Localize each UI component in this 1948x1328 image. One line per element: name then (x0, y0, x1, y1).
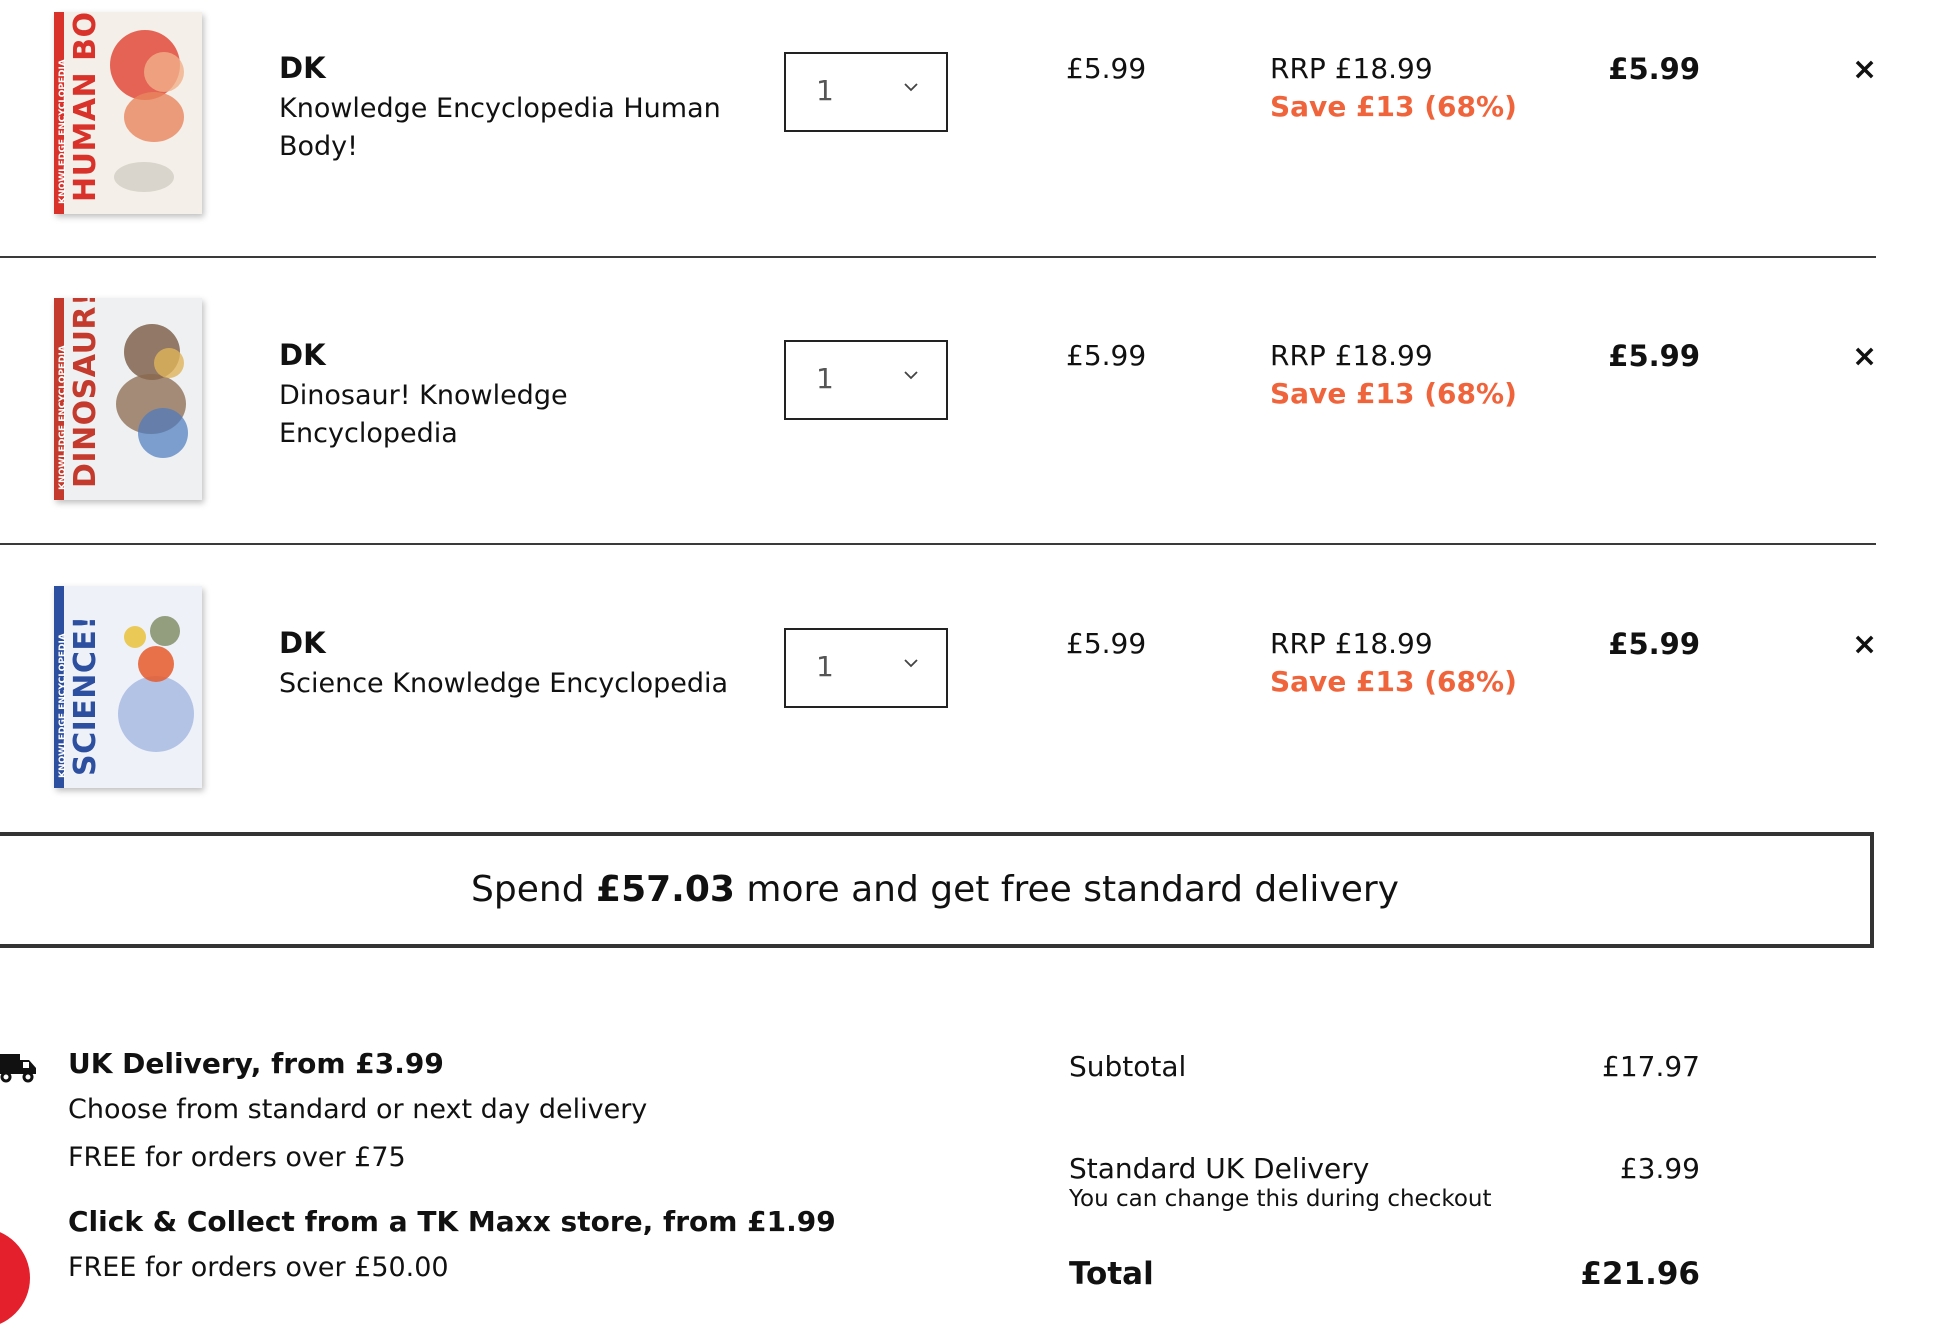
chevron-down-icon (904, 83, 918, 92)
total-value: £21.96 (1580, 1256, 1700, 1292)
chevron-down-icon (904, 371, 918, 380)
delivery-value: £3.99 (1619, 1152, 1700, 1185)
click-collect-title: Click & Collect from a TK Maxx store, fr… (68, 1205, 836, 1238)
product-image[interactable]: DINOSAUR! KNOWLEDGE ENCYCLOPEDIA (54, 298, 202, 500)
uk-delivery-free-line: FREE for orders over £75 (68, 1142, 406, 1173)
product-brand: DK (279, 51, 326, 85)
chevron-down-icon (904, 659, 918, 668)
delivery-note: You can change this during checkout (1069, 1186, 1492, 1212)
cover-title: SCIENCE! (68, 615, 103, 776)
product-brand: DK (279, 338, 326, 372)
banner-amount: £57.03 (596, 869, 735, 910)
remove-item-button[interactable]: × (1852, 55, 1877, 85)
chat-badge[interactable] (0, 1228, 30, 1328)
product-image[interactable]: SCIENCE! KNOWLEDGE ENCYCLOPEDIA (54, 586, 202, 788)
line-total: £5.99 (1608, 627, 1700, 661)
total-label: Total (1069, 1256, 1154, 1292)
banner-suffix: more and get free standard delivery (746, 869, 1399, 910)
uk-delivery-line: Choose from standard or next day deliver… (68, 1094, 648, 1125)
cover-subtitle: KNOWLEDGE ENCYCLOPEDIA (58, 59, 68, 204)
line-total: £5.99 (1608, 52, 1700, 86)
save-label: Save £13 (68%) (1270, 665, 1517, 698)
uk-delivery-title: UK Delivery, from £3.99 (68, 1047, 444, 1080)
cover-title: DINOSAUR! (68, 298, 103, 488)
unit-price: £5.99 (1066, 339, 1147, 372)
product-image[interactable]: HUMAN BODY! KNOWLEDGE ENCYCLOPEDIA (54, 12, 202, 214)
unit-price: £5.99 (1066, 52, 1147, 85)
banner-prefix: Spend (471, 869, 585, 910)
save-label: Save £13 (68%) (1270, 90, 1517, 123)
product-name[interactable]: Dinosaur! Knowledge Encyclopedia (279, 377, 739, 453)
delivery-label: Standard UK Delivery (1069, 1152, 1370, 1185)
row-divider (0, 256, 1876, 258)
product-name[interactable]: Knowledge Encyclopedia Human Body! (279, 90, 739, 166)
delivery-truck-icon (0, 1054, 36, 1083)
free-delivery-banner: Spend £57.03 more and get free standard … (0, 832, 1874, 948)
cover-subtitle: KNOWLEDGE ENCYCLOPEDIA (58, 633, 68, 778)
subtotal-value: £17.97 (1602, 1050, 1700, 1083)
quantity-select[interactable]: 1 (784, 628, 948, 708)
rrp-price: RRP £18.99 (1270, 52, 1433, 85)
quantity-value: 1 (816, 74, 834, 107)
cover-subtitle: KNOWLEDGE ENCYCLOPEDIA (58, 345, 68, 490)
line-total: £5.99 (1608, 339, 1700, 373)
quantity-value: 1 (816, 650, 834, 683)
unit-price: £5.99 (1066, 627, 1147, 660)
row-divider (0, 543, 1876, 545)
product-brand: DK (279, 626, 326, 660)
rrp-price: RRP £18.99 (1270, 627, 1433, 660)
remove-item-button[interactable]: × (1852, 630, 1877, 660)
click-collect-free-line: FREE for orders over £50.00 (68, 1252, 449, 1283)
quantity-select[interactable]: 1 (784, 52, 948, 132)
subtotal-label: Subtotal (1069, 1050, 1187, 1083)
quantity-value: 1 (816, 362, 834, 395)
product-name[interactable]: Science Knowledge Encyclopedia (279, 665, 739, 703)
quantity-select[interactable]: 1 (784, 340, 948, 420)
cover-title: HUMAN BODY! (68, 12, 103, 202)
save-label: Save £13 (68%) (1270, 377, 1517, 410)
rrp-price: RRP £18.99 (1270, 339, 1433, 372)
remove-item-button[interactable]: × (1852, 342, 1877, 372)
